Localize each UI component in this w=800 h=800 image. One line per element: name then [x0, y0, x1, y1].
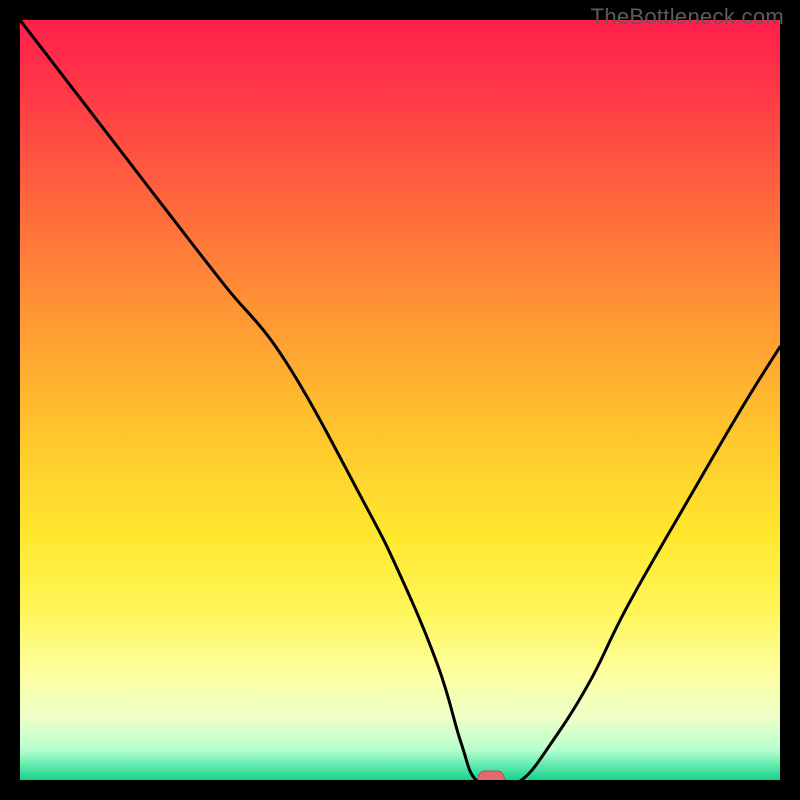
optimal-marker [478, 771, 504, 780]
gradient-background [20, 20, 780, 780]
chart-frame: TheBottleneck.com [0, 0, 800, 800]
watermark-text: TheBottleneck.com [591, 4, 784, 30]
bottleneck-chart [20, 20, 780, 780]
plot-area [20, 20, 780, 780]
